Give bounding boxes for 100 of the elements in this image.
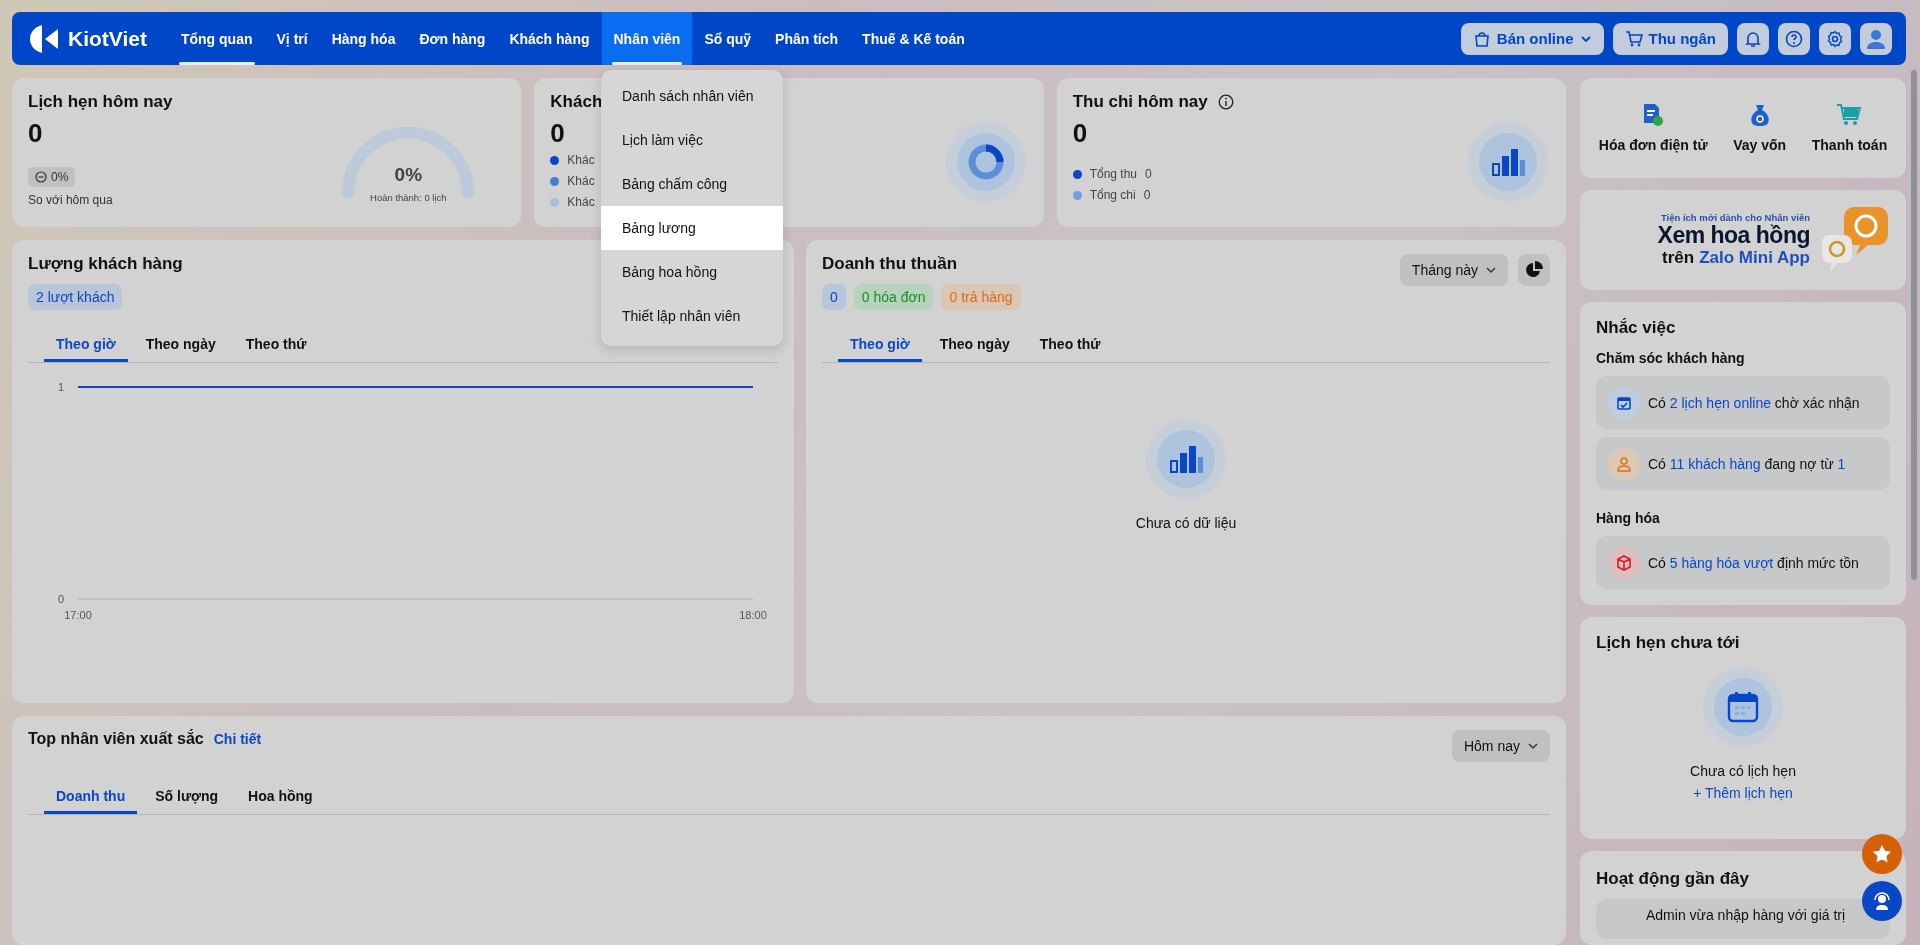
card-title: Lượng khách hàng (28, 254, 183, 274)
reminder-item[interactable]: Có 5 hàng hóa vượt định mức tồn (1596, 536, 1890, 589)
logo-text: KiotViet (68, 26, 147, 51)
card-title: Doanh thu thuần (822, 254, 958, 274)
person-icon (1608, 447, 1640, 480)
pie-chart-icon[interactable] (1518, 254, 1550, 286)
x-tick-label: 18:00 (739, 609, 767, 621)
service-shortcut[interactable]: Thanh toán (1805, 102, 1894, 154)
cashier-button[interactable]: Thu ngân (1612, 22, 1728, 55)
legend-label: Khác (567, 174, 595, 188)
reminder-item[interactable]: Có 2 lịch hẹn online chờ xác nhận (1596, 376, 1890, 429)
gauge-caption: Hoàn thành: 0 lịch (369, 192, 448, 203)
period-dropdown[interactable]: Hôm nay (1451, 730, 1550, 762)
reminder-text: Có 2 lịch hẹn online chờ xác nhận (1648, 394, 1860, 411)
card-title: Khách (550, 92, 603, 112)
banner-headline: Xem hoa hồng (1657, 223, 1810, 248)
card-title: Hoạt động gần đây (1596, 869, 1749, 889)
reminder-link[interactable]: 1 (1837, 455, 1846, 472)
reminder-link[interactable]: 2 lịch hẹn online (1669, 394, 1771, 411)
banner-kicker: Tiện ích mới dành cho Nhân viên (1660, 212, 1810, 223)
card-title: Lịch hẹn hôm nay (28, 92, 173, 112)
details-link[interactable]: Chi tiết (213, 731, 262, 747)
tab[interactable]: Số lượng (143, 780, 231, 814)
nav-tab[interactable]: Vị trí (264, 12, 320, 65)
tab[interactable]: Theo giờ (44, 328, 128, 362)
x-tick-label: 17:00 (64, 609, 92, 621)
reminder-item[interactable]: Có 11 khách hàng đang nợ từ 1 (1596, 437, 1890, 490)
period-dropdown[interactable]: Tháng này (1399, 254, 1508, 286)
chevron-down-icon (1528, 741, 1538, 751)
nav-tab[interactable]: Nhân viên (601, 12, 693, 65)
scrollbar-thumb[interactable] (1911, 70, 1917, 580)
nav-tab[interactable]: Thuế & Kế toán (850, 12, 977, 65)
add-appointment-link[interactable]: + Thêm lịch hẹn (1693, 785, 1793, 801)
logo-icon (28, 22, 60, 55)
avatar-icon[interactable] (1860, 22, 1892, 55)
info-icon[interactable] (1217, 94, 1234, 110)
online-sales-button[interactable]: Bán online (1460, 22, 1604, 55)
card-title: Nhắc việc (1596, 318, 1676, 338)
nav-tab[interactable]: Hàng hóa (319, 12, 408, 65)
service-shortcut[interactable]: Vay vốn (1727, 102, 1793, 154)
count-badge: 0 trả hàng (941, 284, 1021, 310)
tab[interactable]: Theo ngày (133, 328, 228, 362)
reminder-group-title: Hàng hóa (1596, 510, 1660, 526)
activity-item: Admin vừa nhập hàng với giá trị (1596, 899, 1890, 939)
nav-tab[interactable]: Phân tích (763, 12, 851, 65)
service-shortcut[interactable]: Hóa đơn điện tử (1592, 102, 1714, 154)
count-badge: 0 (822, 284, 846, 310)
reminder-text: Có 11 khách hàng đang nợ từ 1 (1648, 455, 1846, 472)
store-icon (1472, 29, 1491, 48)
tab[interactable]: Theo ngày (927, 328, 1022, 362)
card-title: Top nhân viên xuất sắc (28, 730, 204, 748)
nav-tab[interactable]: Tổng quan (168, 12, 265, 65)
y-tick-label: 1 (57, 381, 64, 393)
menu-item[interactable]: Bảng hoa hồng (601, 250, 783, 294)
reminder-link[interactable]: 5 hàng hóa vượt (1669, 554, 1774, 571)
cart-icon (1624, 29, 1643, 48)
legend-label: Khác (567, 195, 595, 209)
nav-tab[interactable]: Đơn hàng (407, 12, 498, 65)
chevron-down-icon (1486, 265, 1496, 275)
appointments-count: 0 (28, 118, 43, 149)
empty-state-text: Chưa có lịch hẹn (1690, 763, 1796, 779)
count-badge: 0 hóa đơn (853, 284, 934, 310)
help-icon[interactable] (1778, 22, 1810, 55)
tab[interactable]: Theo giờ (838, 328, 922, 362)
legend-value: 0 (1145, 167, 1152, 181)
tab[interactable]: Hoa hồng (236, 780, 325, 814)
menu-item[interactable]: Danh sách nhân viên (601, 74, 783, 118)
document-icon (1642, 103, 1665, 127)
reminder-link[interactable]: 11 khách hàng (1669, 455, 1761, 472)
menu-item[interactable]: Thiết lập nhân viên (601, 294, 783, 338)
tab[interactable]: Theo thứ (1027, 328, 1113, 362)
change-badge: 0% (28, 167, 76, 187)
customers-count: 0 (550, 118, 565, 149)
banner-text: trên (1662, 248, 1695, 268)
legend-label: Khác (567, 153, 595, 167)
reminder-group-title: Chăm sóc khách hàng (1596, 350, 1745, 366)
menu-item[interactable]: Bảng chấm công (601, 162, 783, 206)
card-title: Thu chi hôm nay (1072, 92, 1208, 112)
reminder-text: Có 5 hàng hóa vượt định mức tồn (1648, 554, 1859, 571)
legend-label: Tổng chi (1089, 188, 1136, 202)
empty-state-text: Chưa có dữ liệu (1135, 515, 1237, 531)
tab[interactable]: Doanh thu (44, 780, 138, 814)
menu-item[interactable]: Bảng lương (601, 206, 783, 250)
promo-banner[interactable]: Tiện ích mới dành cho Nhân viên Xem hoa hồng trên Zalo Mini App (1580, 190, 1906, 290)
notification-bell-icon[interactable] (1737, 22, 1769, 55)
nav-tab[interactable]: Khách hàng (497, 12, 602, 65)
nav-tab[interactable]: Sổ quỹ (692, 12, 764, 65)
cashflow-total: 0 (1072, 118, 1088, 149)
y-tick-label: 0 (57, 593, 64, 605)
comparison-label: So với hôm qua (28, 193, 113, 207)
calendar-check-icon (1608, 386, 1640, 419)
gauge-value: 0% (393, 164, 424, 186)
visits-badge: 2 lượt khách (28, 284, 123, 310)
menu-item[interactable]: Lịch làm việc (601, 118, 783, 162)
banner-highlight: Zalo Mini App (1699, 248, 1810, 268)
legend-value: 0 (1143, 188, 1151, 202)
tab[interactable]: Theo thứ (233, 328, 319, 362)
settings-icon[interactable] (1819, 22, 1851, 55)
cart-icon (1836, 103, 1863, 127)
money-bag-icon (1748, 103, 1771, 127)
